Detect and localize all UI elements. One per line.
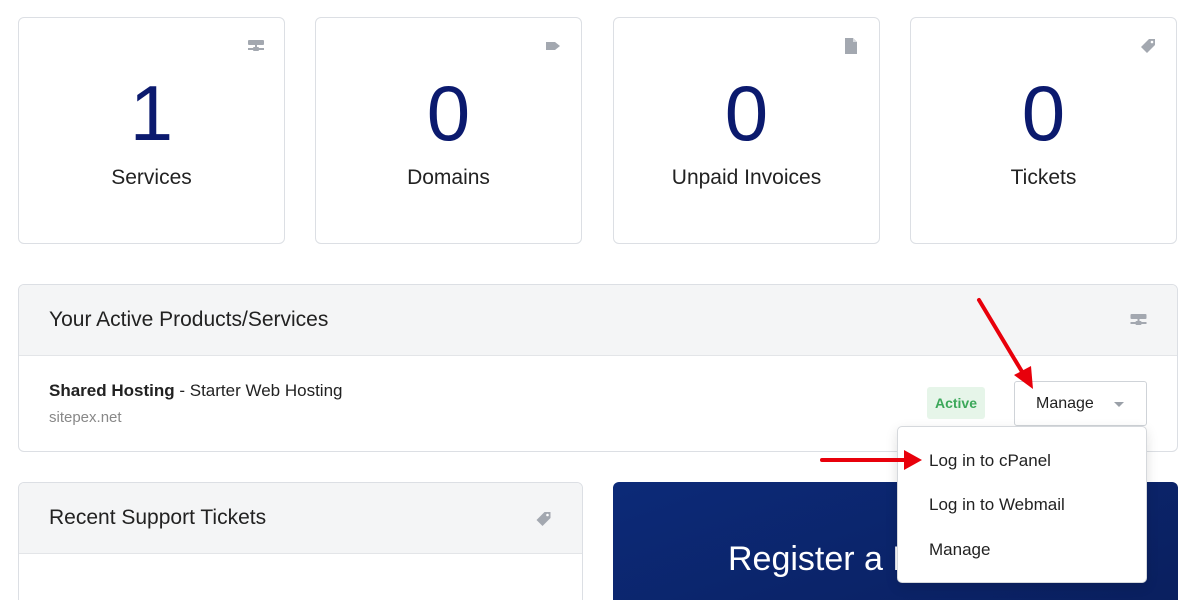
ticket-icon — [536, 512, 551, 526]
manage-dropdown-menu: Log in to cPanel Log in to Webmail Manag… — [897, 426, 1147, 583]
tickets-label: Tickets — [1010, 166, 1077, 189]
tickets-stat-card[interactable]: 0 Tickets — [910, 17, 1177, 244]
document-icon — [845, 38, 857, 54]
domains-count: 0 — [426, 69, 471, 157]
product-type: Shared Hosting — [49, 381, 175, 400]
services-label: Services — [111, 166, 192, 189]
domains-label: Domains — [407, 166, 490, 189]
domains-stat-card[interactable]: 0 Domains — [315, 17, 582, 244]
invoices-label: Unpaid Invoices — [671, 166, 822, 189]
product-separator: - — [174, 381, 190, 400]
register-domain-heading: Register a N — [728, 540, 917, 578]
services-count: 1 — [129, 69, 174, 157]
annotation-arrow-to-cpanel — [820, 450, 922, 470]
tickets-count: 0 — [1021, 69, 1066, 157]
services-stat-card[interactable]: 1 Services — [18, 17, 285, 244]
menu-item-login-cpanel[interactable]: Log in to cPanel — [929, 449, 1051, 473]
menu-item-login-webmail[interactable]: Log in to Webmail — [929, 493, 1065, 517]
active-products-title: Your Active Products/Services — [49, 308, 329, 331]
recent-tickets-header: Recent Support Tickets — [19, 483, 582, 554]
tag-icon — [546, 42, 560, 50]
recent-tickets-title: Recent Support Tickets — [49, 506, 267, 529]
recent-tickets-panel: Recent Support Tickets — [18, 482, 583, 600]
server-icon — [1130, 314, 1147, 325]
product-name[interactable]: Shared Hosting - Starter Web Hosting — [49, 380, 343, 402]
invoices-count: 0 — [724, 69, 769, 157]
product-plan: Starter Web Hosting — [189, 381, 343, 400]
chevron-down-icon — [1114, 402, 1124, 407]
product-domain: sitepex.net — [49, 409, 122, 426]
server-icon — [248, 40, 264, 51]
ticket-icon — [1141, 39, 1155, 53]
annotation-arrow-to-manage — [977, 298, 1033, 389]
invoices-stat-card[interactable]: 0 Unpaid Invoices — [613, 17, 880, 244]
menu-item-manage[interactable]: Manage — [929, 538, 990, 562]
manage-button-label: Manage — [1036, 395, 1094, 412]
